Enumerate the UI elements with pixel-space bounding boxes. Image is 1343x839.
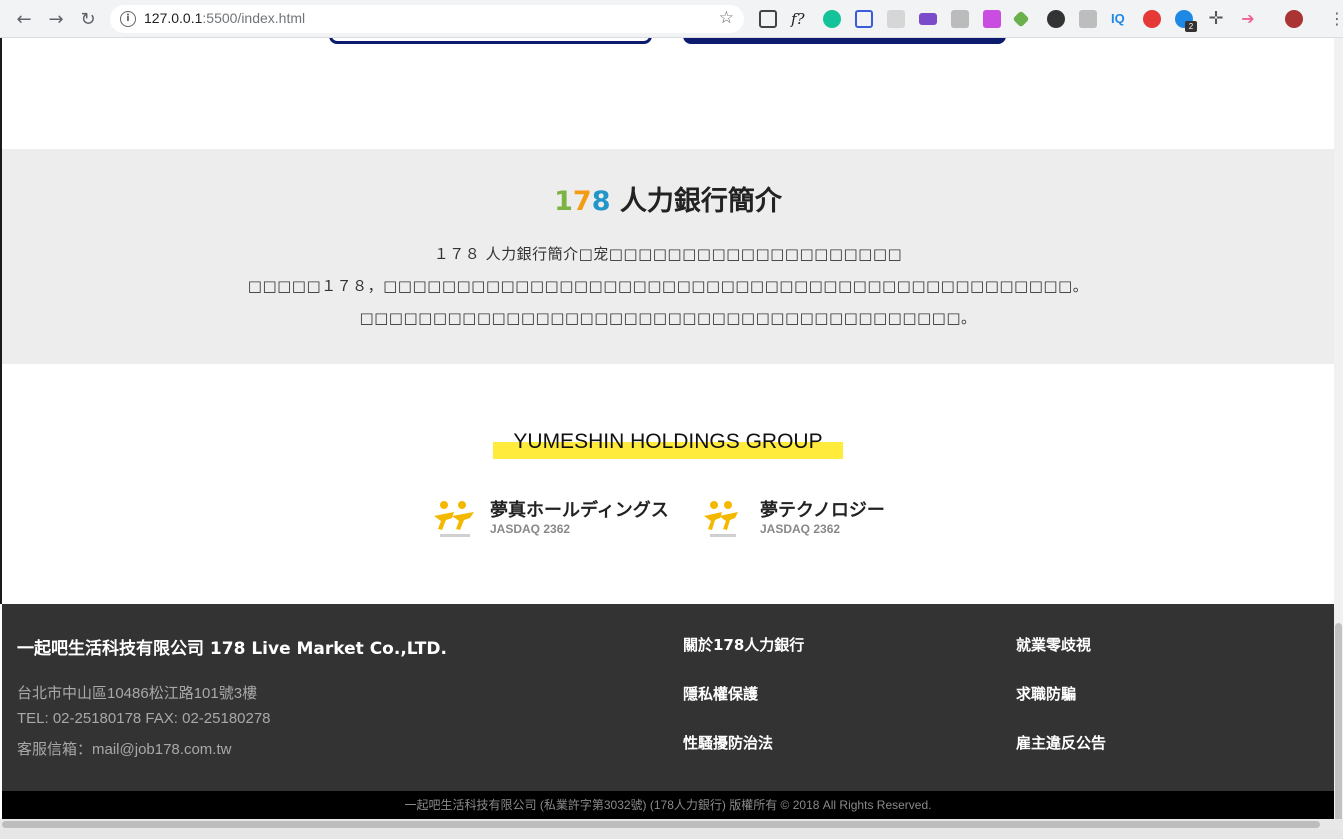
lines-extension-icon[interactable] <box>919 13 937 25</box>
group-heading: YUMESHIN HOLDINGS GROUP <box>493 430 843 459</box>
profile-avatar[interactable] <box>1285 10 1303 28</box>
back-icon[interactable]: ← <box>14 9 34 30</box>
address-bar[interactable]: i 127.0.0.1:5500/index.html ☆ <box>110 5 744 33</box>
intro-line-2: □□□□□１７８，□□□□□□□□□□□□□□□□□□□□□□□□□□□□□□□… <box>247 277 1089 295</box>
briefcase-extension-icon[interactable] <box>951 10 969 28</box>
grid-extension-icon[interactable] <box>855 10 873 28</box>
footer-link-no-discrimination[interactable]: 就業零歧視 <box>1016 634 1091 655</box>
move-extension-icon[interactable]: ✛ <box>1207 10 1225 28</box>
yumeshin-logo-icon <box>434 501 474 537</box>
record-extension-icon[interactable] <box>1143 10 1161 28</box>
footer-link-harassment-law[interactable]: 性騷擾防治法 <box>683 732 773 753</box>
extension-badge: 2 <box>1185 21 1197 32</box>
group-title: YUMESHIN HOLDINGS GROUP <box>513 430 823 453</box>
company-name: 夢テクノロジー <box>760 500 885 521</box>
screenshot-extension-icon[interactable] <box>759 10 777 28</box>
arrow-extension-icon[interactable]: ➔ <box>1239 10 1257 28</box>
status-bar <box>0 830 1343 839</box>
vertical-scrollbar[interactable] <box>1334 38 1343 830</box>
top-filled-button[interactable] <box>683 38 1006 44</box>
font-extension-icon[interactable]: f? <box>791 10 809 28</box>
grammarly-extension-icon[interactable] <box>823 10 841 28</box>
copyright-bar: 一起吧生活科技有限公司 (私業許字第3032號) (178人力銀行) 版權所有 … <box>2 791 1334 819</box>
browser-menu-icon[interactable]: ⋮ <box>1329 9 1343 28</box>
footer-email: 客服信箱：mail@job178.com.tw <box>17 741 232 758</box>
footer-link-employer-violations[interactable]: 雇主違反公告 <box>1016 732 1106 753</box>
page-viewport: 178 人力銀行簡介 １７８ 人力銀行簡介□宠□□□□□□□□□□□□□□□□□… <box>0 38 1343 830</box>
site-info-icon[interactable]: i <box>120 11 136 27</box>
diamond-extension-icon[interactable] <box>1012 10 1030 28</box>
intro-title-text: 人力銀行簡介 <box>619 186 782 217</box>
site-footer: 一起吧生活科技有限公司 178 Live Market Co.,LTD. 台北市… <box>2 604 1334 791</box>
footer-phone: TEL: 02-25180178 FAX: 02-25180278 <box>17 710 271 727</box>
company-code: JASDAQ 2362 <box>490 522 571 536</box>
tb-extension-icon[interactable] <box>1079 10 1097 28</box>
footer-company-name: 一起吧生活科技有限公司 178 Live Market Co.,LTD. <box>17 639 447 659</box>
company-name: 夢真ホールディングス <box>490 500 669 521</box>
pattern-extension-icon[interactable] <box>887 10 905 28</box>
footer-link-about[interactable]: 關於178人力銀行 <box>683 634 804 655</box>
reload-icon[interactable]: ↻ <box>78 9 98 30</box>
iq-extension-icon[interactable]: IQ <box>1111 10 1129 28</box>
footer-link-privacy[interactable]: 隱私權保護 <box>683 683 758 704</box>
paint-extension-icon[interactable] <box>983 10 1001 28</box>
intro-title-digit-1: 1 <box>554 186 573 217</box>
footer-link-anti-fraud[interactable]: 求職防騙 <box>1016 683 1076 704</box>
horizontal-scrollbar[interactable] <box>0 819 1343 830</box>
yume-technology-logo-icon <box>704 501 738 537</box>
intro-title: 178 人力銀行簡介 <box>2 179 1334 218</box>
intro-title-digit-8: 8 <box>591 186 611 217</box>
bookmark-star-icon[interactable]: ☆ <box>719 8 734 28</box>
intro-line-1: １７８ 人力銀行簡介□宠□□□□□□□□□□□□□□□□□□□□ <box>433 245 903 263</box>
url-path: :5500/index.html <box>202 10 306 26</box>
url-host: 127.0.0.1 <box>144 10 203 26</box>
browser-toolbar: ← → ↻ i 127.0.0.1:5500/index.html ☆ f? I… <box>0 0 1343 38</box>
top-outline-button[interactable] <box>329 38 652 44</box>
url-text: 127.0.0.1:5500/index.html <box>144 10 305 26</box>
company-code: JASDAQ 2362 <box>760 522 841 536</box>
forward-icon[interactable]: → <box>46 9 66 30</box>
k-extension-icon[interactable] <box>1047 10 1065 28</box>
vertical-scrollbar-thumb[interactable] <box>1335 623 1342 823</box>
intro-title-digit-7: 7 <box>572 186 592 217</box>
footer-address: 台北市中山區10486松江路101號3樓 <box>17 685 258 702</box>
intro-section: 178 人力銀行簡介 １７８ 人力銀行簡介□宠□□□□□□□□□□□□□□□□□… <box>2 149 1334 364</box>
horizontal-scrollbar-thumb[interactable] <box>2 821 1320 828</box>
intro-line-3: □□□□□□□□□□□□□□□□□□□□□□□□□□□□□□□□□□□□□□□□… <box>359 309 977 327</box>
